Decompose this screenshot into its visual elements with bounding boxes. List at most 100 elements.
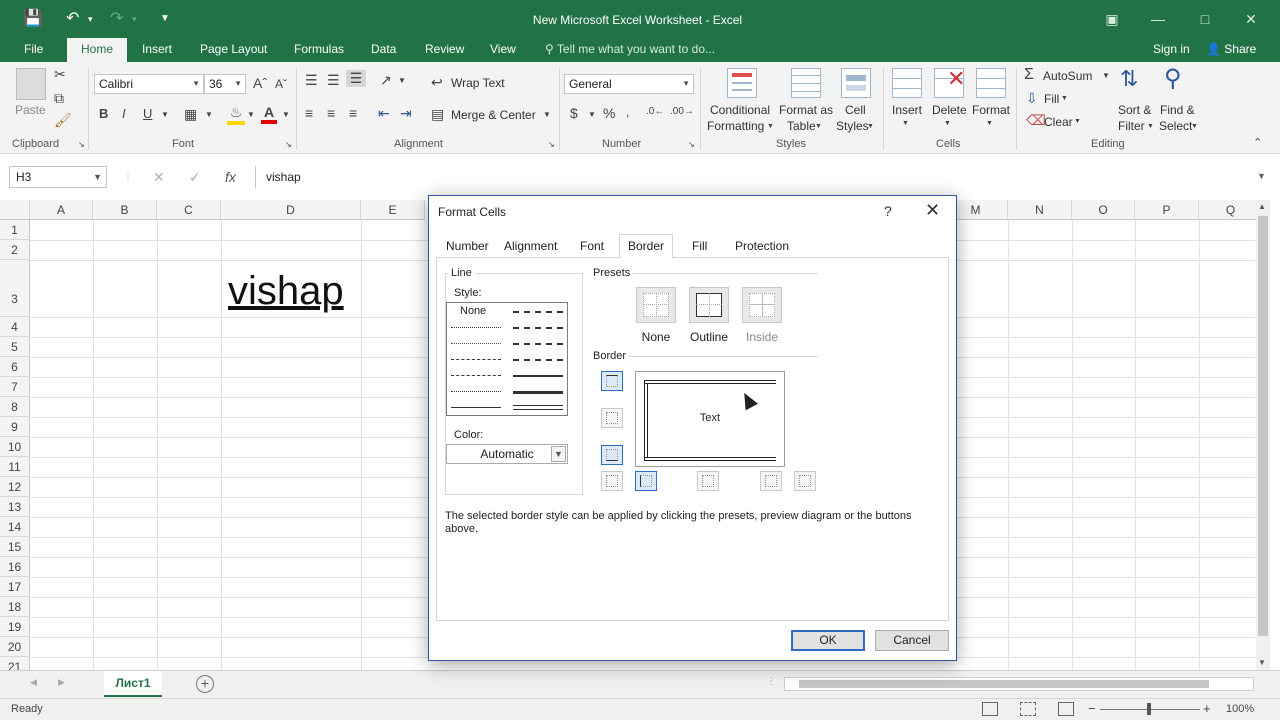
sheet-tab-1[interactable]: Лист1: [104, 671, 162, 697]
cell-styles-label-2[interactable]: Styles: [836, 119, 869, 133]
format-cells-label[interactable]: Format: [972, 103, 1010, 117]
horizontal-scrollbar[interactable]: [784, 677, 1254, 691]
row-header-3[interactable]: 3: [0, 260, 30, 317]
more-icon[interactable]: ⋮: [123, 172, 133, 183]
tab-alignment[interactable]: Alignment: [496, 237, 565, 257]
line-style-option[interactable]: [513, 327, 563, 329]
page-layout-view-icon[interactable]: [1020, 702, 1036, 716]
line-style-option[interactable]: [451, 343, 501, 344]
borders-icon[interactable]: ▦: [184, 106, 197, 123]
vertical-scrollbar[interactable]: ▲ ▼: [1256, 200, 1270, 670]
tell-me-search[interactable]: ⚲ Tell me what you want to do...: [545, 38, 715, 60]
border-bottom-button[interactable]: [601, 445, 623, 465]
format-as-table-label-1[interactable]: Format as: [779, 103, 833, 117]
border-left-button[interactable]: [635, 471, 657, 491]
border-middle-horizontal-button[interactable]: [601, 408, 623, 428]
bold-icon[interactable]: B: [99, 106, 108, 121]
row-header-11[interactable]: 11: [0, 457, 30, 477]
cell-styles-icon[interactable]: [841, 68, 871, 98]
column-header-b[interactable]: B: [93, 200, 157, 220]
row-header-15[interactable]: 15: [0, 537, 30, 557]
eraser-icon[interactable]: ⌫: [1026, 112, 1046, 129]
sort-filter-label-2[interactable]: Filter: [1118, 119, 1145, 133]
tab-file[interactable]: File: [24, 38, 43, 62]
line-style-option[interactable]: [451, 391, 501, 392]
align-middle-icon[interactable]: ☰: [327, 72, 340, 89]
line-style-option[interactable]: [513, 311, 563, 313]
number-format-box[interactable]: General ▼: [564, 74, 694, 94]
help-button[interactable]: ?: [884, 203, 892, 219]
wrap-text-icon[interactable]: ↩: [431, 74, 443, 91]
format-as-table-icon[interactable]: [791, 68, 821, 98]
line-style-option[interactable]: [513, 343, 563, 345]
row-header-7[interactable]: 7: [0, 377, 30, 397]
border-top-button[interactable]: [601, 371, 623, 391]
insert-cells-icon[interactable]: [892, 68, 922, 98]
currency-icon[interactable]: $: [570, 105, 578, 121]
wrap-text-button[interactable]: Wrap Text: [451, 76, 505, 90]
row-header-20[interactable]: 20: [0, 637, 30, 657]
row-header-12[interactable]: 12: [0, 477, 30, 497]
tab-review[interactable]: Review: [425, 38, 464, 62]
find-select-label-2[interactable]: Select: [1159, 119, 1192, 133]
decrease-decimal-icon[interactable]: .00→: [670, 106, 694, 117]
italic-icon[interactable]: I: [122, 106, 126, 121]
tab-view[interactable]: View: [490, 38, 516, 62]
currency-dropdown-icon[interactable]: ▼: [588, 110, 596, 119]
more-icon[interactable]: ⋮: [766, 676, 776, 687]
preset-none-button[interactable]: [636, 287, 676, 323]
color-dropdown[interactable]: Automatic ▼: [446, 444, 568, 464]
preset-outline-button[interactable]: [689, 287, 729, 323]
cell-styles-label-1[interactable]: Cell: [845, 103, 866, 117]
line-style-list[interactable]: None: [446, 302, 568, 416]
column-header-p[interactable]: P: [1135, 200, 1199, 220]
maximize-icon[interactable]: □: [1190, 8, 1220, 30]
copy-icon[interactable]: ⧉: [54, 90, 64, 107]
tab-border[interactable]: Border: [619, 234, 674, 258]
column-header-q[interactable]: Q: [1199, 200, 1263, 220]
align-center-icon[interactable]: ≡: [327, 105, 335, 121]
increase-decimal-icon[interactable]: .0←: [646, 106, 664, 117]
insert-cells-label[interactable]: Insert: [892, 103, 922, 117]
format-cells-icon[interactable]: [976, 68, 1006, 98]
border-diagonal-up-button[interactable]: [601, 471, 623, 491]
underline-icon[interactable]: U: [143, 106, 152, 121]
row-header-21[interactable]: 21: [0, 657, 30, 670]
close-window-icon[interactable]: ✕: [1236, 8, 1266, 30]
paste-label[interactable]: Paste: [15, 103, 46, 117]
row-header-4[interactable]: 4: [0, 317, 30, 337]
add-sheet-icon[interactable]: +: [196, 675, 214, 693]
column-header-d[interactable]: D: [221, 200, 361, 220]
border-preview[interactable]: Text: [635, 371, 785, 467]
tab-fill[interactable]: Fill: [684, 237, 715, 257]
row-header-10[interactable]: 10: [0, 437, 30, 457]
minimize-icon[interactable]: —: [1143, 8, 1173, 30]
row-header-6[interactable]: 6: [0, 357, 30, 377]
row-header-5[interactable]: 5: [0, 337, 30, 357]
row-header-8[interactable]: 8: [0, 397, 30, 417]
delete-cells-label[interactable]: Delete: [932, 103, 967, 117]
increase-indent-icon[interactable]: ⇥: [400, 105, 412, 122]
expand-formula-bar-icon[interactable]: ▼: [1257, 171, 1266, 181]
orientation-icon[interactable]: ↗: [380, 72, 392, 89]
tab-protection[interactable]: Protection: [727, 237, 797, 257]
row-header-13[interactable]: 13: [0, 497, 30, 517]
line-style-option[interactable]: [513, 359, 563, 361]
fill-dropdown-icon[interactable]: ▼: [247, 110, 255, 119]
sort-filter-label-1[interactable]: Sort &: [1118, 103, 1151, 117]
row-header-1[interactable]: 1: [0, 220, 30, 240]
autosum-dropdown-icon[interactable]: ▼: [1102, 71, 1110, 80]
tab-formulas[interactable]: Formulas: [294, 38, 344, 62]
format-as-table-label-2[interactable]: Table: [787, 119, 816, 133]
name-box[interactable]: H3 ▼: [9, 166, 107, 188]
number-launcher-icon[interactable]: ↘: [688, 140, 695, 149]
merge-dropdown-icon[interactable]: ▼: [543, 110, 551, 119]
sort-filter-icon[interactable]: ⇅: [1120, 66, 1138, 92]
style-none-option[interactable]: None: [460, 305, 486, 317]
zoom-level[interactable]: 100%: [1226, 703, 1254, 715]
zoom-slider-thumb[interactable]: [1147, 703, 1151, 715]
autosum-button[interactable]: AutoSum: [1043, 69, 1092, 83]
font-color-dropdown-icon[interactable]: ▼: [282, 110, 290, 119]
find-select-icon[interactable]: ⚲: [1164, 64, 1182, 93]
tab-font[interactable]: Font: [572, 237, 612, 257]
